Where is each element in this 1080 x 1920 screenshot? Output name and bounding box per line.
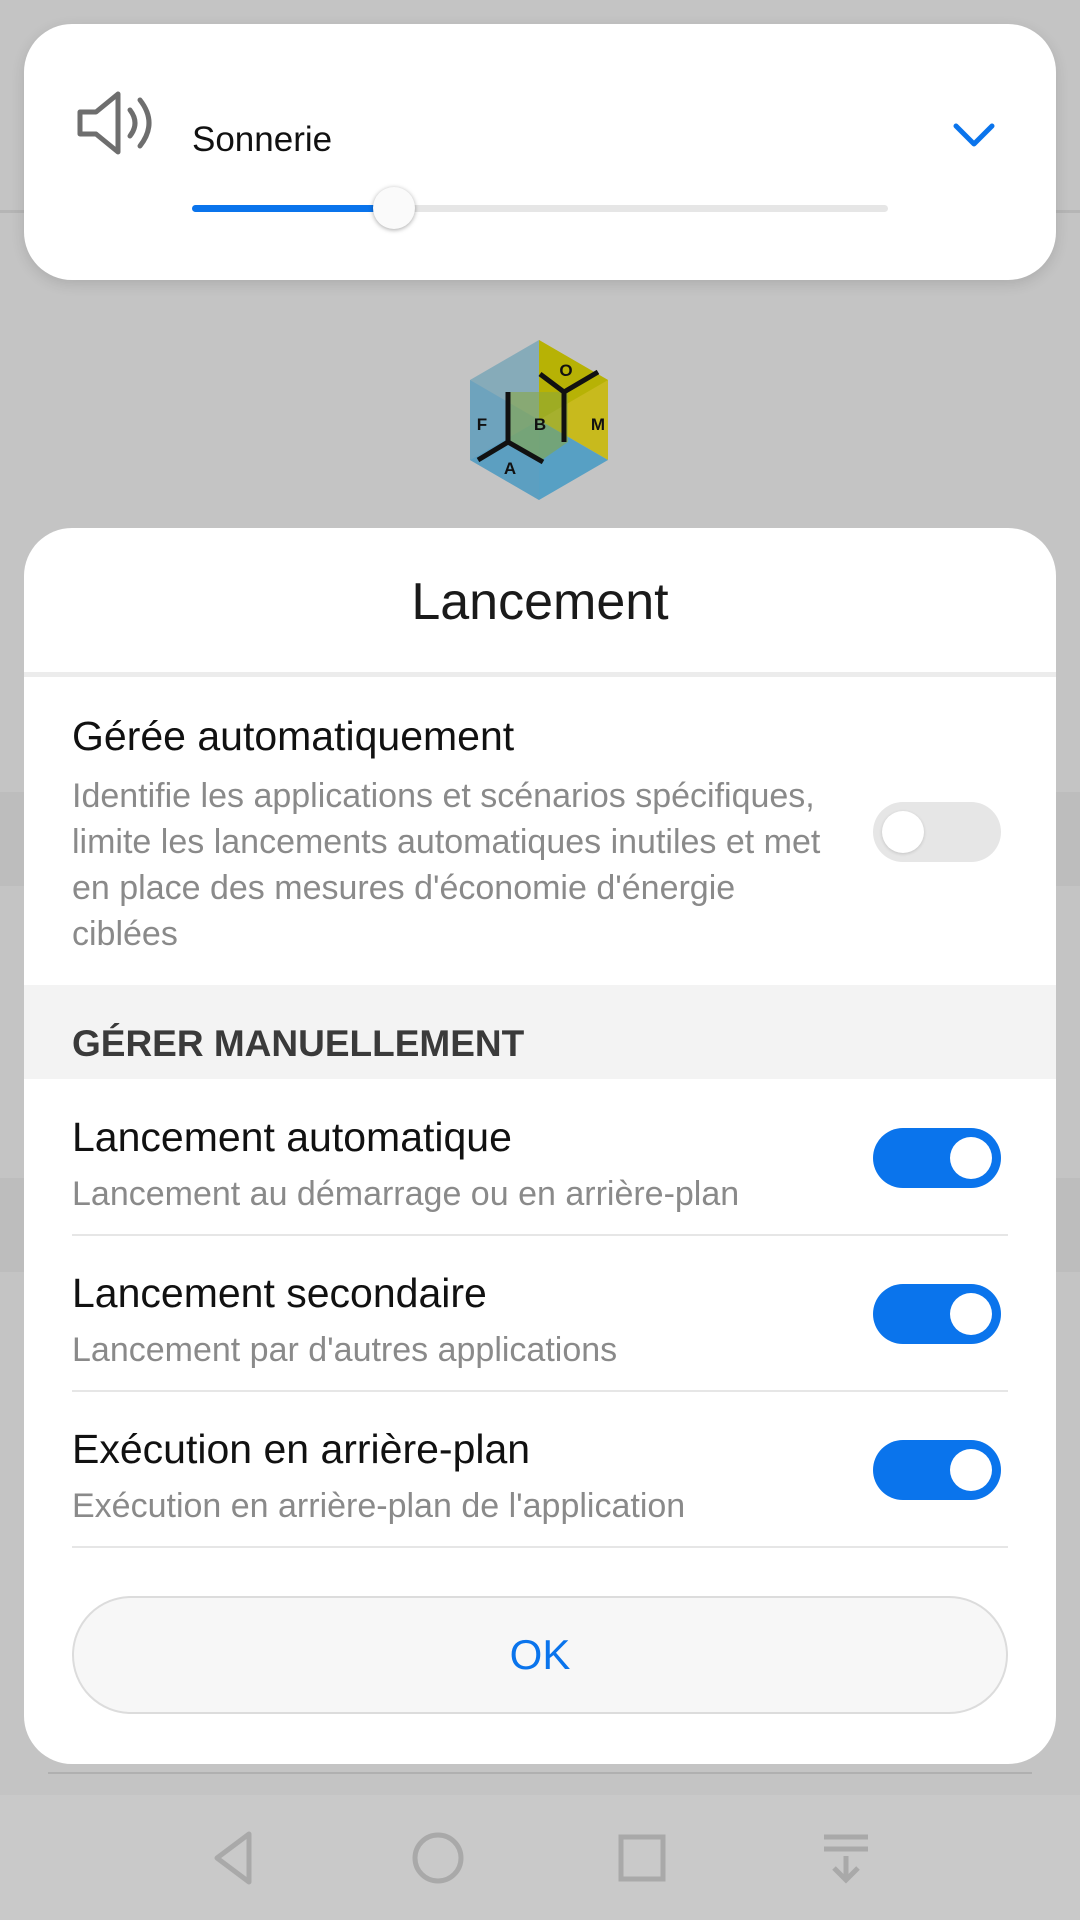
- volume-stream-label: Sonnerie: [192, 120, 333, 159]
- logo-letter-b: B: [534, 415, 546, 434]
- secondary-launch-title: Lancement secondaire: [72, 1270, 487, 1316]
- row-divider: [72, 1390, 1008, 1392]
- background-run-toggle[interactable]: [873, 1440, 1001, 1500]
- recents-icon[interactable]: [607, 1823, 677, 1893]
- section-header: GÉRER MANUELLEMENT: [72, 1023, 525, 1064]
- volume-slider[interactable]: [192, 187, 888, 229]
- secondary-launch-toggle[interactable]: [873, 1284, 1001, 1344]
- home-icon[interactable]: [403, 1823, 473, 1893]
- logo-letter-m: M: [591, 415, 605, 434]
- auto-launch-title: Lancement automatique: [72, 1114, 512, 1160]
- speaker-icon[interactable]: [76, 90, 162, 156]
- toggle-knob: [882, 811, 924, 853]
- app-logo: O F B M A: [470, 340, 608, 500]
- background-run-title: Exécution en arrière-plan: [72, 1426, 531, 1472]
- logo-letter-f: F: [477, 415, 487, 434]
- launch-dialog: Lancement Gérée automatiquement Identifi…: [24, 528, 1056, 1764]
- logo-letter-a: A: [504, 459, 516, 478]
- volume-slider-fill: [192, 205, 394, 212]
- row-divider: [72, 1546, 1008, 1548]
- toggle-knob: [950, 1449, 992, 1491]
- auto-managed-description: Identifie les applications et scénarios …: [72, 777, 821, 953]
- background-divider: [48, 1772, 1032, 1774]
- toggle-knob: [950, 1293, 992, 1335]
- ok-button[interactable]: OK: [72, 1596, 1008, 1714]
- back-icon[interactable]: [200, 1823, 270, 1893]
- navigation-bar: [0, 1795, 1080, 1920]
- title-divider: [24, 672, 1056, 677]
- row-divider: [72, 1234, 1008, 1236]
- secondary-launch-description: Lancement par d'autres applications: [72, 1331, 618, 1369]
- auto-managed-toggle[interactable]: [873, 802, 1001, 862]
- logo-letter-o: O: [559, 361, 572, 380]
- auto-launch-toggle[interactable]: [873, 1128, 1001, 1188]
- auto-managed-title: Gérée automatiquement: [72, 713, 515, 759]
- chevron-down-icon[interactable]: [948, 110, 1000, 162]
- auto-launch-description: Lancement au démarrage ou en arrière-pla…: [72, 1175, 740, 1213]
- toggle-knob: [950, 1137, 992, 1179]
- volume-slider-thumb[interactable]: [372, 187, 415, 229]
- notification-pull-icon[interactable]: [811, 1823, 881, 1893]
- background-run-description: Exécution en arrière-plan de l'applicati…: [72, 1487, 686, 1525]
- dialog-title: Lancement: [411, 573, 669, 631]
- volume-panel: Sonnerie: [24, 24, 1056, 280]
